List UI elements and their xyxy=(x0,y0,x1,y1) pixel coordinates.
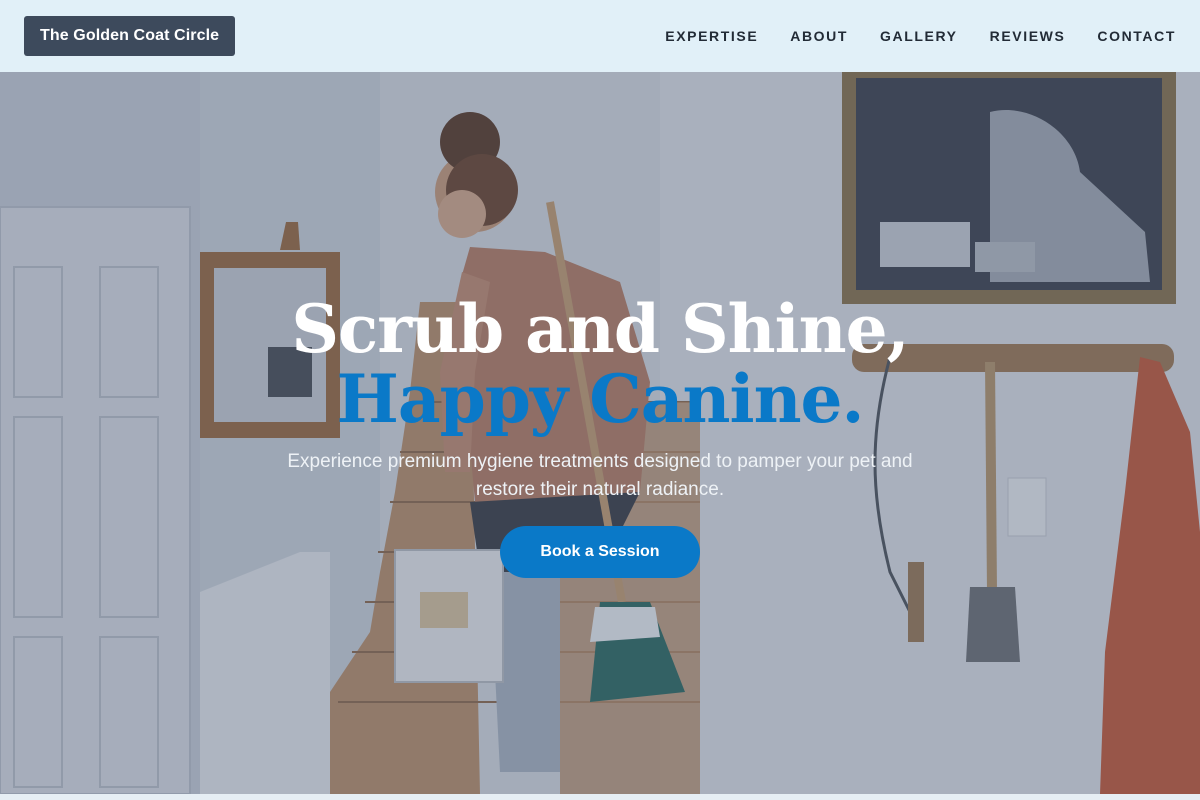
hero-subtext: Experience premium hygiene treatments de… xyxy=(287,451,913,500)
hero-content: Scrub and Shine, Happy Canine. Experienc… xyxy=(0,294,1200,578)
book-session-button[interactable]: Book a Session xyxy=(500,526,700,578)
headline-line-1: Scrub and Shine, xyxy=(291,290,909,368)
nav-link-reviews[interactable]: REVIEWS xyxy=(990,28,1066,44)
main-nav: EXPERTISE ABOUT GALLERY REVIEWS CONTACT xyxy=(665,28,1176,44)
nav-link-about[interactable]: ABOUT xyxy=(790,28,848,44)
site-header: The Golden Coat Circle EXPERTISE ABOUT G… xyxy=(0,0,1200,72)
hero-headline: Scrub and Shine, Happy Canine. xyxy=(0,294,1200,434)
hero-section: Scrub and Shine, Happy Canine. Experienc… xyxy=(0,72,1200,794)
headline-line-2: Happy Canine. xyxy=(336,360,864,438)
brand-logo-button[interactable]: The Golden Coat Circle xyxy=(24,16,236,56)
page-bottom-strip xyxy=(0,794,1200,800)
nav-link-expertise[interactable]: EXPERTISE xyxy=(665,28,758,44)
nav-link-gallery[interactable]: GALLERY xyxy=(880,28,958,44)
nav-link-contact[interactable]: CONTACT xyxy=(1097,28,1176,44)
